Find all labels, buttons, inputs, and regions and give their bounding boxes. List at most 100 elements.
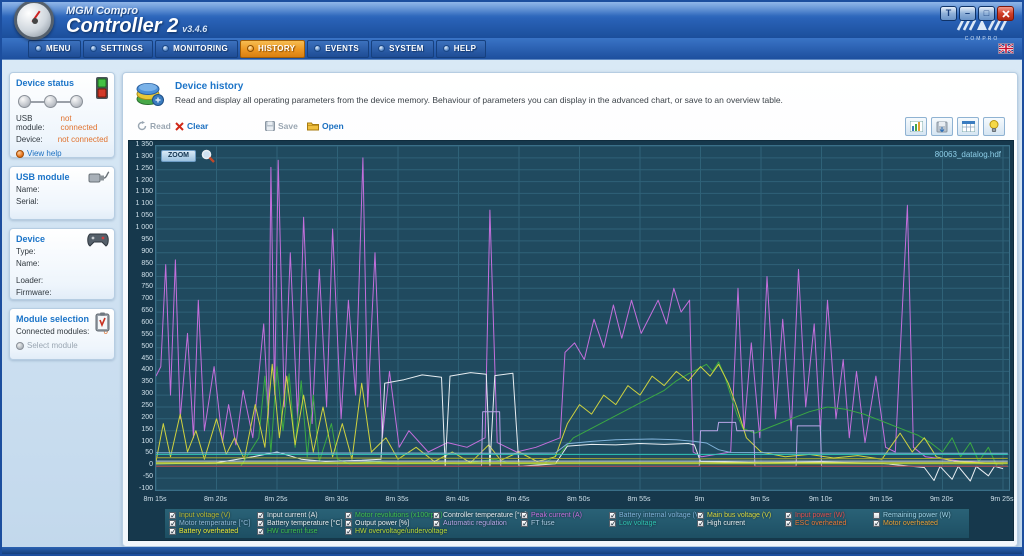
lightbulb-icon xyxy=(989,120,999,133)
legend-checkbox[interactable]: ✓ xyxy=(257,528,264,535)
y-tick-label: 1 000 xyxy=(130,224,153,232)
legend-checkbox[interactable]: ✓ xyxy=(785,512,792,519)
legend-item: ✓Battery overheated xyxy=(169,528,257,536)
legend-checkbox[interactable]: ✓ xyxy=(433,512,440,519)
legend-checkbox[interactable]: ✓ xyxy=(169,520,176,527)
legend-label: Battery overheated xyxy=(179,528,238,535)
y-tick-label: 550 xyxy=(130,331,153,339)
y-tick-label: 600 xyxy=(130,319,153,327)
legend-label: Motor temperature [°C] xyxy=(179,520,250,527)
view-help-link[interactable]: View help xyxy=(16,149,108,158)
legend-checkbox[interactable]: ✓ xyxy=(257,520,264,527)
chart-image-button[interactable] xyxy=(905,117,927,136)
read-button[interactable]: Read xyxy=(137,121,171,131)
legend-checkbox[interactable] xyxy=(873,512,880,519)
export-data-button[interactable] xyxy=(931,117,953,136)
tab-events[interactable]: EVENTS xyxy=(307,40,369,58)
legend-checkbox[interactable]: ✓ xyxy=(521,512,528,519)
zoom-button[interactable]: ZOOM xyxy=(161,150,196,162)
legend-checkbox[interactable]: ✓ xyxy=(697,520,704,527)
usb-module-status: not connected xyxy=(61,114,108,132)
device-type-label: Type: xyxy=(16,247,36,256)
legend-checkbox[interactable]: ✓ xyxy=(345,520,352,527)
legend-checkbox[interactable]: ✓ xyxy=(169,528,176,535)
x-tick-label: 8m 40s xyxy=(436,496,480,503)
legend-checkbox[interactable]: ✓ xyxy=(609,520,616,527)
connected-modules-label: Connected modules: xyxy=(16,327,89,336)
tab-menu[interactable]: MENU xyxy=(28,40,81,58)
legend-checkbox[interactable]: ✓ xyxy=(785,520,792,527)
legend-checkbox[interactable]: ✓ xyxy=(169,512,176,519)
legend-label: Battery temperature [°C] xyxy=(267,520,343,527)
legend-label: Main bus voltage (V) xyxy=(707,512,771,519)
save-button[interactable]: Save xyxy=(265,121,298,131)
open-button[interactable]: Open xyxy=(307,121,344,131)
x-tick-label: 9m 5s xyxy=(738,496,782,503)
legend-item: ✓HW current fuse xyxy=(257,528,345,536)
y-tick-label: 1 150 xyxy=(130,188,153,196)
tab-history[interactable]: HISTORY xyxy=(240,40,305,58)
tips-button[interactable] xyxy=(983,117,1005,136)
select-module-link[interactable]: Select module xyxy=(16,341,108,350)
language-flag-icon[interactable] xyxy=(998,43,1014,54)
legend-checkbox[interactable]: ✓ xyxy=(345,528,352,535)
device-status-panel: Device status USB module:not connected D… xyxy=(9,72,115,158)
open-folder-icon xyxy=(307,121,319,131)
tab-orb-icon xyxy=(314,45,321,52)
tab-settings[interactable]: SETTINGS xyxy=(83,40,153,58)
device-label: Device: xyxy=(16,135,43,144)
page-title: Device history xyxy=(175,81,783,92)
table-icon xyxy=(962,121,975,132)
close-button[interactable] xyxy=(997,6,1014,21)
app-title: Controller 2 xyxy=(66,15,178,37)
y-tick-label: 850 xyxy=(130,260,153,268)
legend-item: ✓Input current (A) xyxy=(257,511,345,519)
tab-orb-icon xyxy=(378,45,385,52)
legend-item: ✓Motor overheated xyxy=(873,519,961,527)
legend-checkbox[interactable]: ✓ xyxy=(345,512,352,519)
table-view-button[interactable] xyxy=(957,117,979,136)
x-tick-label: 9m 20s xyxy=(920,496,964,503)
legend-label: High current xyxy=(707,520,745,527)
x-tick-label: 8m 20s xyxy=(194,496,238,503)
legend-item: ✓Main bus voltage (V) xyxy=(697,511,785,519)
legend-label: HW overvoltage/undervoltage xyxy=(355,528,447,535)
x-tick-label: 8m 30s xyxy=(315,496,359,503)
y-tick-label: 300 xyxy=(130,390,153,398)
legend-checkbox[interactable]: ✓ xyxy=(609,512,616,519)
legend-checkbox[interactable]: ✓ xyxy=(433,520,440,527)
legend-checkbox[interactable]: ✓ xyxy=(697,512,704,519)
legend-checkbox[interactable]: ✓ xyxy=(873,520,880,527)
legend-label: Input current (A) xyxy=(267,512,318,519)
device-firmware-label: Firmware: xyxy=(16,288,52,297)
minimize-button[interactable]: – xyxy=(959,6,976,21)
tab-monitoring[interactable]: MONITORING xyxy=(155,40,238,58)
clear-button[interactable]: Clear xyxy=(175,121,208,131)
gamepad-icon xyxy=(86,232,110,248)
legend-label: Remaining power (W) xyxy=(883,512,951,519)
y-tick-label: 1 300 xyxy=(130,153,153,161)
legend-label: Automatic regulation xyxy=(443,520,507,527)
legend-checkbox[interactable]: ✓ xyxy=(257,512,264,519)
x-tick-label: 8m 50s xyxy=(557,496,601,503)
device-loader-label: Loader: xyxy=(16,276,43,285)
x-tick-label: 8m 25s xyxy=(254,496,298,503)
tab-system[interactable]: SYSTEM xyxy=(371,40,434,58)
legend-item: ✓Peak current (A) xyxy=(521,511,609,519)
y-tick-label: 800 xyxy=(130,272,153,280)
pin-on-top-button[interactable]: T xyxy=(940,6,957,21)
legend-checkbox[interactable]: ✓ xyxy=(521,520,528,527)
y-tick-label: 1 200 xyxy=(130,177,153,185)
legend-label: Input power (W) xyxy=(795,512,845,519)
y-tick-label: 450 xyxy=(130,355,153,363)
maximize-button[interactable]: □ xyxy=(978,6,995,21)
legend-label: Controller temperature [°C] xyxy=(443,512,527,519)
legend-label: Low voltage xyxy=(619,520,656,527)
legend-label: Output power [%] xyxy=(355,520,409,527)
tab-orb-icon xyxy=(162,45,169,52)
legend-item: ✓Battery internal voltage (V) xyxy=(609,511,697,519)
device-history-page: Device history Read and display all oper… xyxy=(122,72,1018,547)
tab-help[interactable]: HELP xyxy=(436,40,487,58)
chart-plot-area[interactable] xyxy=(155,145,1010,491)
help-icon xyxy=(16,150,24,158)
